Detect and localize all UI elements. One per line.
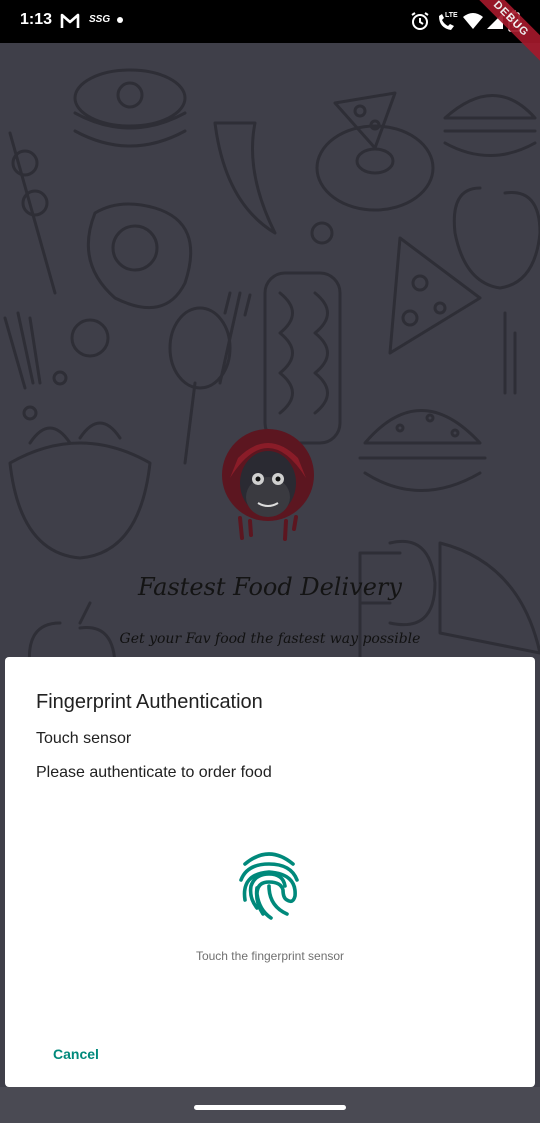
lte-label: LTE [445, 12, 458, 19]
dialog-description: Please authenticate to order food [36, 764, 272, 781]
navigation-bar [0, 1087, 540, 1123]
fingerprint-icon [239, 852, 299, 920]
network-label: SSG [89, 14, 111, 25]
status-time: 1:13 [20, 11, 53, 28]
wifi-icon [463, 13, 483, 29]
gmail-icon [60, 13, 80, 28]
dialog-title: Fingerprint Authentication [36, 691, 263, 713]
fingerprint-hint: Touch the fingerprint sensor [195, 949, 345, 963]
app-tagline: Fastest Food Delivery [138, 573, 402, 601]
fingerprint-dialog: Fingerprint Authentication Touch sensor … [5, 657, 535, 1087]
dialog-subtitle: Touch sensor [36, 730, 132, 747]
app-sub-tagline: Get your Fav food the fastest way possib… [119, 631, 421, 647]
cancel-button[interactable]: Cancel [43, 1042, 109, 1066]
status-bar: 1:13 SSG LTE DEBUG [0, 0, 540, 65]
notification-dot-icon [117, 17, 123, 23]
call-lte-icon: LTE [439, 12, 458, 30]
alarm-icon [411, 12, 429, 30]
app-logo [222, 429, 314, 541]
gesture-handle[interactable] [194, 1105, 346, 1110]
